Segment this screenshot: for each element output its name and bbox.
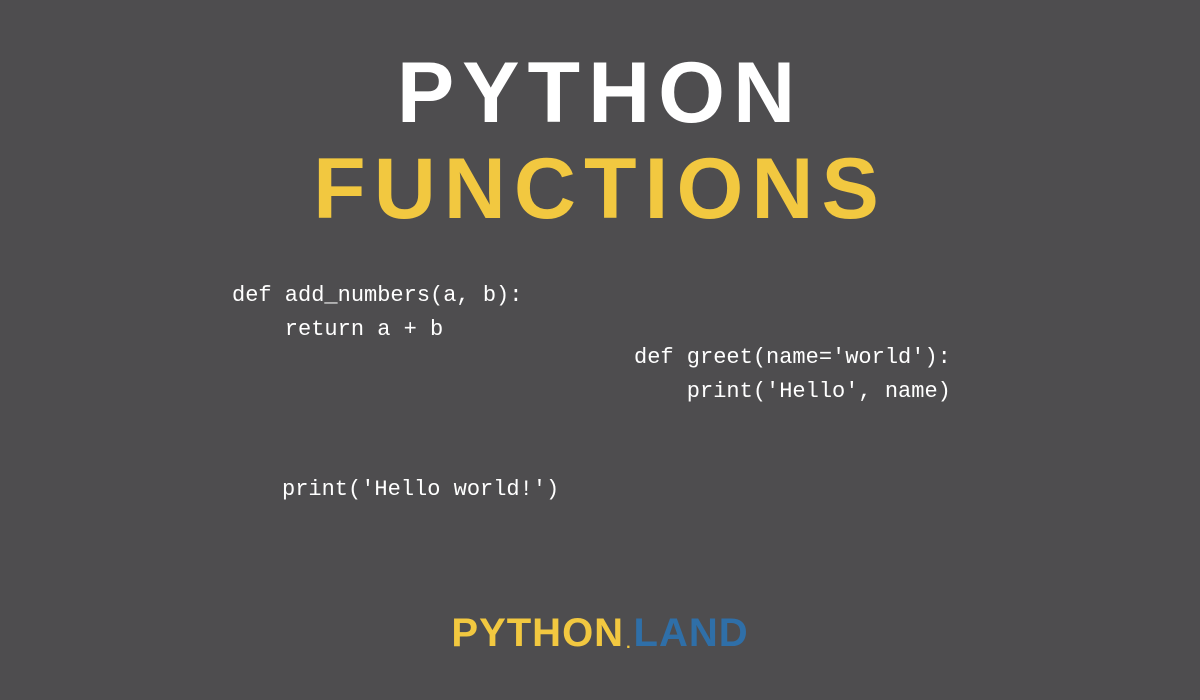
logo-part-land: LAND bbox=[634, 611, 749, 656]
title-line-2: FUNCTIONS bbox=[0, 144, 1200, 234]
logo-part-python: PYTHON bbox=[451, 611, 624, 656]
code-snippet-add-numbers: def add_numbers(a, b): return a + b bbox=[232, 279, 522, 347]
code-snippet-print-hello: print('Hello world!') bbox=[282, 473, 559, 507]
title-line-1: PYTHON bbox=[0, 48, 1200, 138]
code-area: def add_numbers(a, b): return a + b def … bbox=[0, 269, 1200, 559]
title-block: PYTHON FUNCTIONS bbox=[0, 0, 1200, 235]
logo-python-land: PYTHON . LAND bbox=[451, 611, 748, 656]
code-snippet-greet: def greet(name='world'): print('Hello', … bbox=[634, 341, 951, 409]
logo-dot: . bbox=[626, 635, 631, 653]
